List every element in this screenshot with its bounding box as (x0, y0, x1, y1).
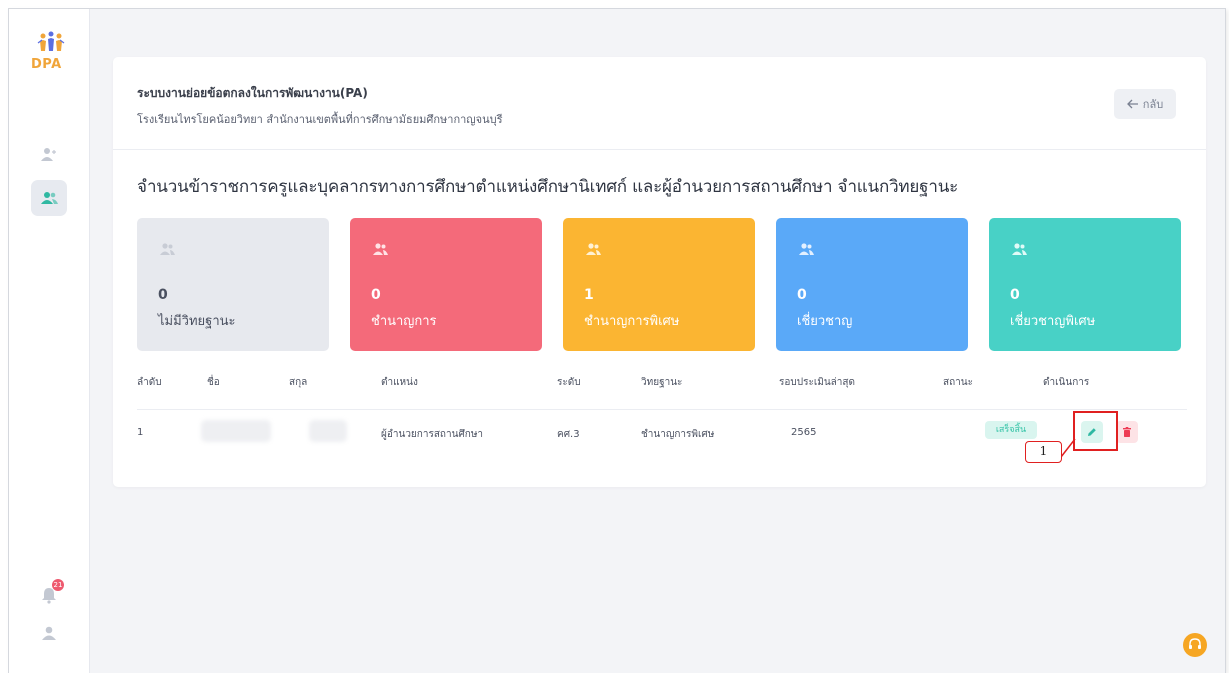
stat-label: ชำนาญการพิเศษ (584, 314, 680, 329)
user-plus-icon (41, 148, 56, 161)
column-header: ระดับ (557, 377, 581, 388)
users-icon (41, 192, 58, 204)
annotation-callout: 1 (1025, 441, 1062, 463)
column-header: สถานะ (943, 377, 973, 388)
page-title: จำนวนข้าราชการครูและบุคลากรทางการศึกษาตำ… (137, 177, 959, 197)
stat-card-chamnan-kan[interactable]: 0 ชำนาญการ (350, 218, 542, 351)
cell-academic-standing: ชำนาญการพิเศษ (641, 429, 715, 440)
stat-label: เชี่ยวชาญ (797, 314, 853, 329)
stat-label: เชี่ยวชาญพิเศษ (1010, 314, 1096, 329)
back-button-label: กลับ (1142, 98, 1164, 111)
column-header: ลำดับ (137, 377, 162, 388)
arrow-left-icon (1126, 99, 1138, 109)
app-window: DPA 21 ระบบงานย่อยข้อตกลงในการพัฒนางาน(P… (8, 8, 1226, 673)
dpa-logo[interactable]: DPA (25, 29, 77, 81)
system-title: ระบบงานย่อยข้อตกลงในการพัฒนางาน(PA) (137, 86, 368, 100)
logo-figures-icon (37, 31, 65, 51)
logo-text: DPA (31, 57, 62, 72)
stat-card-no-standing[interactable]: 0 ไม่มีวิทยฐานะ (137, 218, 329, 351)
column-header: รอบประเมินล่าสุด (779, 377, 856, 388)
status-badge: เสร็จสิ้น (985, 421, 1037, 439)
content-card: ระบบงานย่อยข้อตกลงในการพัฒนางาน(PA) โรงเ… (113, 57, 1206, 487)
column-header: วิทยฐานะ (641, 377, 683, 388)
stat-label: ชำนาญการ (371, 314, 437, 329)
cell-level: คศ.3 (557, 429, 580, 440)
cell-name-redacted (201, 420, 271, 442)
stat-count: 0 (158, 287, 168, 303)
users-icon (1012, 243, 1027, 255)
column-header: ชื่อ (207, 377, 220, 388)
card-header: ระบบงานย่อยข้อตกลงในการพัฒนางาน(PA) โรงเ… (113, 57, 1206, 150)
stat-count: 0 (797, 287, 807, 303)
school-name: โรงเรียนไทรโยคน้อยวิทยา สำนักงานเขตพื้นท… (137, 113, 503, 126)
column-header: สกุล (289, 377, 308, 388)
cell-surname-redacted (309, 420, 347, 442)
cell-index: 1 (137, 427, 144, 438)
column-header: ตำแหน่ง (381, 377, 418, 388)
users-icon (160, 243, 175, 255)
sidebar-notifications[interactable]: 21 (31, 577, 67, 613)
users-icon (586, 243, 601, 255)
stat-label: ไม่มีวิทยฐานะ (158, 314, 236, 329)
stat-card-chiao-chan[interactable]: 0 เชี่ยวชาญ (776, 218, 968, 351)
cell-position: ผู้อำนวยการสถานศึกษา (381, 429, 484, 440)
stat-count: 0 (1010, 287, 1020, 303)
stat-card-chamnan-kan-phiset[interactable]: 1 ชำนาญการพิเศษ (563, 218, 755, 351)
stat-count: 1 (584, 287, 594, 303)
delete-button[interactable] (1116, 421, 1138, 443)
sidebar: DPA 21 (9, 9, 90, 673)
users-icon (799, 243, 814, 255)
stat-card-chiao-chan-phiset[interactable]: 0 เชี่ยวชาญพิเศษ (989, 218, 1181, 351)
sidebar-profile[interactable] (31, 615, 67, 651)
headset-icon (1189, 638, 1201, 649)
trash-icon (1123, 427, 1131, 437)
column-header: ดำเนินการ (1043, 377, 1090, 388)
back-button[interactable]: กลับ (1114, 89, 1176, 119)
cell-latest-round: 2565 (791, 427, 817, 438)
stat-count: 0 (371, 287, 381, 303)
sidebar-item-users[interactable] (31, 180, 67, 216)
notification-badge: 21 (52, 579, 64, 591)
users-icon (373, 243, 388, 255)
sidebar-item-add-user[interactable] (31, 137, 67, 173)
help-button[interactable] (1183, 633, 1207, 657)
header-divider (137, 409, 1187, 410)
user-icon (42, 626, 56, 640)
